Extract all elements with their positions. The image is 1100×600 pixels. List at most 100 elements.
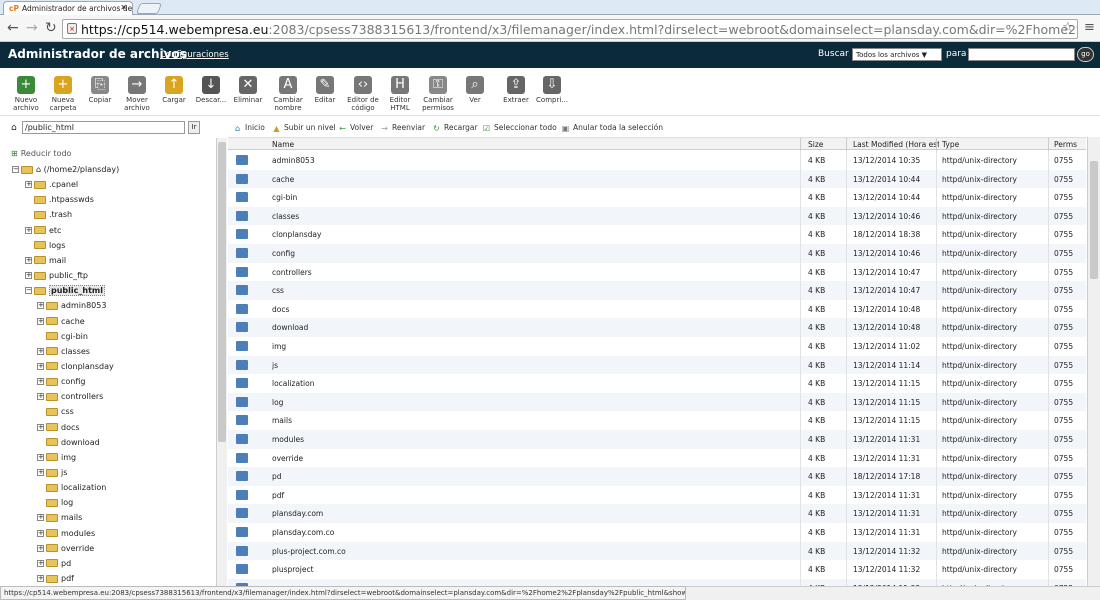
search-input[interactable] bbox=[968, 48, 1075, 61]
address-bar[interactable]: https://cp514.webempresa.eu:2083/cpsess7… bbox=[62, 19, 1078, 39]
tree-node[interactable]: + mail bbox=[25, 256, 66, 271]
toolbar-extract-button[interactable]: ⇪ Extraer bbox=[497, 76, 535, 104]
tree-node[interactable]: localization bbox=[37, 483, 106, 498]
column-divider[interactable] bbox=[936, 138, 937, 151]
toolbar-compress-button[interactable]: ⇩ Compri... bbox=[533, 76, 571, 104]
action-back-arrow-button[interactable]: ← Volver bbox=[338, 123, 373, 133]
toolbar-move-button[interactable]: → Mover archivo bbox=[118, 76, 156, 112]
tree-node[interactable]: + controllers bbox=[37, 392, 103, 407]
tree-node[interactable]: + config bbox=[37, 377, 85, 392]
column-divider[interactable] bbox=[1048, 138, 1049, 151]
star-icon[interactable]: ☆ bbox=[1062, 20, 1074, 35]
tree-node[interactable]: logs bbox=[25, 241, 65, 256]
close-tab-icon[interactable]: ✕ bbox=[120, 3, 127, 12]
tree-node[interactable]: + .cpanel bbox=[25, 180, 78, 195]
table-row[interactable]: controllers 4 KB 13/12/2014 10:47 httpd/uni… bbox=[228, 262, 1086, 282]
configuraciones-link[interactable]: Configuraciones bbox=[160, 50, 229, 60]
tree-node[interactable]: + docs bbox=[37, 423, 80, 438]
table-row[interactable]: clonplansday 4 KB 18/12/2014 18:38 httpd/un… bbox=[228, 225, 1086, 244]
table-row[interactable]: modules 4 KB 13/12/2014 11:31 httpd/unix-di… bbox=[228, 430, 1086, 449]
tree-node[interactable]: + override bbox=[37, 544, 94, 559]
path-input[interactable]: /public_html bbox=[22, 121, 185, 134]
table-row[interactable]: admin8053 4 KB 13/12/2014 10:35 httpd/unix-… bbox=[228, 151, 1086, 170]
table-row[interactable]: img 4 KB 13/12/2014 11:02 httpd/unix-direct… bbox=[228, 337, 1086, 356]
table-row[interactable]: plansday.com 4 KB 13/12/2014 11:31 httpd/un… bbox=[228, 504, 1086, 523]
column-divider[interactable] bbox=[846, 138, 847, 151]
tree-node[interactable]: css bbox=[37, 407, 74, 422]
toolbar-view-button[interactable]: ⌕ Ver bbox=[456, 76, 494, 104]
toolbar-edit-button[interactable]: ✎ Editar bbox=[306, 76, 344, 104]
column-divider[interactable] bbox=[800, 138, 801, 151]
toolbar-code-editor-button[interactable]: ‹› Editor de código bbox=[344, 76, 382, 112]
toolbar-copy-button[interactable]: ⎘ Copiar bbox=[81, 76, 119, 104]
path-go-button[interactable]: Ir bbox=[188, 121, 200, 134]
expand-toggle-icon[interactable]: + bbox=[37, 514, 44, 522]
table-row[interactable]: override 4 KB 13/12/2014 11:31 httpd/unix-d… bbox=[228, 448, 1086, 468]
table-scrollbar-thumb[interactable] bbox=[1090, 161, 1098, 279]
toolbar-rename-button[interactable]: A Cambiar nombre bbox=[269, 76, 307, 112]
table-row[interactable]: js 4 KB 13/12/2014 11:14 httpd/unix-directo… bbox=[228, 355, 1086, 375]
tree-node[interactable]: .htpasswds bbox=[25, 195, 94, 210]
lock-icon[interactable]: × bbox=[67, 23, 77, 34]
table-row[interactable]: plansday.com.co 4 KB 13/12/2014 11:31 httpd… bbox=[228, 523, 1086, 542]
tree-node[interactable]: + classes bbox=[37, 347, 90, 362]
tree-scrollbar-thumb[interactable] bbox=[218, 142, 226, 442]
tree-node[interactable]: + pd bbox=[37, 559, 71, 574]
tree-node[interactable]: − ⌂ (/home2/plansday) bbox=[12, 165, 119, 180]
column-header-modified[interactable]: Last Modified (Hora est. c bbox=[853, 140, 939, 149]
expand-toggle-icon[interactable]: + bbox=[25, 256, 32, 264]
table-scrollbar[interactable] bbox=[1087, 137, 1100, 586]
action-forward-arrow-button[interactable]: → Reenviar bbox=[380, 123, 425, 133]
table-row[interactable]: plusproject 4 KB 13/12/2014 11:32 httpd/uni… bbox=[228, 560, 1086, 579]
table-row[interactable]: 4 KB13/12/2014 11:32httpd/unix-directory… bbox=[228, 578, 1086, 586]
toolbar-new-file-button[interactable]: + Nuevo archivo bbox=[7, 76, 45, 112]
action-checkbox-button[interactable]: ☑ Seleccionar todo bbox=[482, 123, 557, 133]
tree-node[interactable]: + public_ftp bbox=[25, 271, 88, 286]
tree-node[interactable]: + js bbox=[37, 468, 67, 483]
expand-toggle-icon[interactable]: + bbox=[37, 575, 44, 583]
toolbar-delete-button[interactable]: ✕ Eliminar bbox=[229, 76, 267, 104]
expand-toggle-icon[interactable]: + bbox=[37, 317, 44, 325]
tree-scrollbar[interactable] bbox=[216, 138, 227, 586]
action-home-button[interactable]: ⌂ Inicio bbox=[233, 123, 265, 133]
go-button[interactable]: go bbox=[1077, 47, 1094, 62]
new-tab-button[interactable] bbox=[135, 3, 163, 14]
tree-node[interactable]: .trash bbox=[25, 210, 72, 225]
tree-node[interactable]: + img bbox=[37, 453, 76, 468]
table-row[interactable]: download 4 KB 13/12/2014 10:48 httpd/unix-d… bbox=[228, 318, 1086, 337]
tree-node[interactable]: + admin8053 bbox=[37, 301, 106, 316]
table-row[interactable]: log 4 KB 13/12/2014 11:15 httpd/unix-direct… bbox=[228, 392, 1086, 412]
column-header-perms[interactable]: Perms bbox=[1054, 140, 1084, 149]
tree-node[interactable]: cgi-bin bbox=[37, 332, 88, 347]
arrow-right-icon[interactable]: → bbox=[26, 20, 38, 36]
collapse-all-button[interactable]: ⊞ Reducir todo bbox=[11, 149, 71, 158]
search-scope-select[interactable]: Todos los archivos ▼ bbox=[852, 48, 942, 61]
expand-toggle-icon[interactable]: + bbox=[37, 559, 44, 567]
horizontal-scrollbar[interactable] bbox=[686, 586, 1100, 600]
table-row[interactable]: classes 4 KB 13/12/2014 10:46 httpd/unix-di… bbox=[228, 206, 1086, 226]
expand-toggle-icon[interactable]: + bbox=[37, 529, 44, 537]
expand-toggle-icon[interactable]: + bbox=[37, 378, 44, 386]
table-row[interactable]: plus-project.com.co 4 KB 13/12/2014 11:32 h… bbox=[228, 541, 1086, 561]
expand-toggle-icon[interactable]: + bbox=[25, 181, 32, 189]
tree-node[interactable]: + modules bbox=[37, 529, 95, 544]
toolbar-permissions-button[interactable]: ⚿ Cambiar permisos bbox=[419, 76, 457, 112]
expand-toggle-icon[interactable]: + bbox=[37, 469, 44, 476]
toolbar-download-button[interactable]: ↓ Descar... bbox=[192, 76, 230, 104]
table-row[interactable]: docs 4 KB 13/12/2014 10:48 httpd/unix-direc… bbox=[228, 299, 1086, 319]
table-row[interactable]: pdf 4 KB 13/12/2014 11:31 httpd/unix-direct… bbox=[228, 485, 1086, 505]
hamburger-icon[interactable]: ≡ bbox=[1084, 20, 1095, 35]
expand-toggle-icon[interactable]: + bbox=[25, 272, 32, 280]
tree-node[interactable]: + etc bbox=[25, 226, 61, 241]
tree-node[interactable]: download bbox=[37, 438, 100, 453]
table-row[interactable]: mails 4 KB 13/12/2014 11:15 httpd/unix-dire… bbox=[228, 411, 1086, 430]
tree-node[interactable]: − public_html bbox=[25, 285, 105, 301]
toolbar-html-editor-button[interactable]: H Editor HTML bbox=[381, 76, 419, 112]
table-row[interactable]: localization 4 KB 13/12/2014 11:15 httpd/un… bbox=[228, 374, 1086, 393]
expand-toggle-icon[interactable]: − bbox=[12, 166, 19, 173]
expand-toggle-icon[interactable]: + bbox=[37, 393, 44, 401]
toolbar-new-folder-button[interactable]: + Nueva carpeta bbox=[44, 76, 82, 112]
expand-toggle-icon[interactable]: + bbox=[37, 544, 44, 552]
tree-node[interactable]: + clonplansday bbox=[37, 362, 114, 377]
expand-toggle-icon[interactable]: − bbox=[25, 287, 32, 295]
